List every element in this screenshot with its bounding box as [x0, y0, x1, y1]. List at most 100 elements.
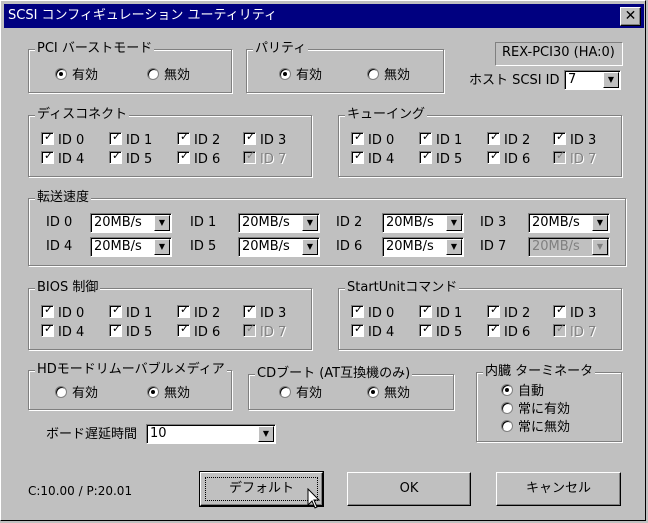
- disconnect-checkbox-id7: ✓ ID 7: [243, 149, 286, 168]
- bios-checkbox-id1[interactable]: ✓ ID 1: [109, 303, 152, 322]
- terminator-auto-radio[interactable]: 自動: [501, 384, 544, 400]
- chevron-down-icon[interactable]: ▼: [154, 239, 170, 255]
- startunit-checkbox-id4[interactable]: ✓ ID 4: [351, 322, 394, 341]
- chevron-down-icon[interactable]: ▼: [302, 215, 318, 231]
- focus-rect: [205, 477, 318, 501]
- disconnect-checkbox-id1[interactable]: ✓ ID 1: [109, 130, 152, 149]
- checkmark-icon: ✓: [109, 130, 122, 145]
- bios-checkbox-id6[interactable]: ✓ ID 6: [177, 322, 220, 341]
- pci-burst-disable-radio[interactable]: 無効: [147, 68, 190, 84]
- transfer-speed-select-id3[interactable]: 20MB/s ▼: [528, 213, 610, 233]
- disconnect-checkbox-id5[interactable]: ✓ ID 5: [109, 149, 152, 168]
- transfer-speed-select-id6[interactable]: 20MB/s ▼: [382, 237, 464, 257]
- pci-burst-enable-radio[interactable]: 有効: [55, 68, 98, 84]
- startunit-group: StartUnitコマンド ✓ ID 0 ✓ ID 1 ✓ ID 2 ✓ ID 3 ✓ ID 4 ✓…: [338, 280, 622, 350]
- transfer-label-id1: ID 1: [190, 215, 217, 230]
- transfer-speed-select-id2[interactable]: 20MB/s ▼: [382, 213, 464, 233]
- checkmark-icon: ✓: [419, 322, 432, 337]
- transfer-label-id3: ID 3: [480, 215, 507, 230]
- transfer-speed-select-id1[interactable]: 20MB/s ▼: [238, 213, 320, 233]
- hd-removable-group: HDモードリムーバブルメディア 有効 無効: [28, 362, 232, 410]
- queuing-checkbox-id1[interactable]: ✓ ID 1: [419, 130, 462, 149]
- disconnect-checkbox-id4[interactable]: ✓ ID 4: [41, 149, 84, 168]
- cancel-button[interactable]: キャンセル: [496, 472, 621, 506]
- chevron-down-icon[interactable]: ▼: [446, 215, 462, 231]
- transfer-speed-select-id4[interactable]: 20MB/s ▼: [90, 237, 172, 257]
- startunit-checkbox-id6[interactable]: ✓ ID 6: [487, 322, 530, 341]
- disconnect-checkbox-id3[interactable]: ✓ ID 3: [243, 130, 286, 149]
- startunit-checkbox-id3[interactable]: ✓ ID 3: [553, 303, 596, 322]
- bios-checkbox-id5[interactable]: ✓ ID 5: [109, 322, 152, 341]
- radio-dot: [501, 402, 513, 414]
- pci-burst-legend: PCI バーストモード: [35, 41, 155, 57]
- disconnect-checkbox-id2[interactable]: ✓ ID 2: [177, 130, 220, 149]
- checkmark-icon: ✓: [243, 149, 256, 164]
- queuing-checkbox-id0[interactable]: ✓ ID 0: [351, 130, 394, 149]
- parity-disable-radio[interactable]: 無効: [367, 68, 410, 84]
- queuing-checkbox-id2[interactable]: ✓ ID 2: [487, 130, 530, 149]
- hd-removable-enable-radio[interactable]: 有効: [55, 386, 98, 402]
- cd-boot-disable-radio[interactable]: 無効: [367, 386, 410, 402]
- host-scsi-id-select[interactable]: 7 ▼: [564, 70, 621, 90]
- hd-removable-disable-radio[interactable]: 無効: [147, 386, 190, 402]
- transfer-label-id0: ID 0: [46, 215, 73, 230]
- cd-boot-group: CDブート (AT互換機のみ) 有効 無効: [248, 366, 454, 410]
- startunit-checkbox-id5[interactable]: ✓ ID 5: [419, 322, 462, 341]
- radio-dot: [279, 386, 291, 398]
- queuing-checkbox-id6[interactable]: ✓ ID 6: [487, 149, 530, 168]
- bios-legend: BIOS 制御: [35, 280, 101, 296]
- checkmark-icon: ✓: [243, 303, 256, 318]
- transfer-speed-select-id7: 20MB/s ▼: [528, 237, 610, 257]
- checkmark-icon: ✓: [109, 149, 122, 164]
- radio-dot: [367, 386, 379, 398]
- startunit-checkbox-id2[interactable]: ✓ ID 2: [487, 303, 530, 322]
- chevron-down-icon: ▼: [592, 239, 608, 255]
- chevron-down-icon[interactable]: ▼: [154, 215, 170, 231]
- bios-checkbox-id2[interactable]: ✓ ID 2: [177, 303, 220, 322]
- queuing-checkbox-id3[interactable]: ✓ ID 3: [553, 130, 596, 149]
- cd-boot-enable-radio[interactable]: 有効: [279, 386, 322, 402]
- queuing-legend: キューイング: [345, 107, 428, 123]
- disconnect-group: ディスコネクト ✓ ID 0 ✓ ID 1 ✓ ID 2 ✓ ID 3 ✓ ID 4 ✓ ID 5 ✓ I…: [28, 107, 312, 177]
- chevron-down-icon[interactable]: ▼: [302, 239, 318, 255]
- checkmark-icon: ✓: [177, 322, 190, 337]
- disconnect-checkbox-id0[interactable]: ✓ ID 0: [41, 130, 84, 149]
- transfer-label-id4: ID 4: [46, 239, 73, 254]
- checkmark-icon: ✓: [351, 322, 364, 337]
- queuing-checkbox-id4[interactable]: ✓ ID 4: [351, 149, 394, 168]
- bios-checkbox-id4[interactable]: ✓ ID 4: [41, 322, 84, 341]
- chevron-down-icon[interactable]: ▼: [603, 72, 619, 88]
- window-title: SCSI コンフィギュレーション ユーティリティ: [8, 8, 277, 23]
- parity-enable-radio[interactable]: 有効: [279, 68, 322, 84]
- checkmark-icon: ✓: [41, 303, 54, 318]
- checkmark-icon: ✓: [419, 130, 432, 145]
- default-button[interactable]: デフォルト: [199, 471, 324, 507]
- terminator-always-off-radio[interactable]: 常に無効: [501, 420, 570, 436]
- startunit-checkbox-id0[interactable]: ✓ ID 0: [351, 303, 394, 322]
- chevron-down-icon[interactable]: ▼: [258, 426, 274, 442]
- checkmark-icon: ✓: [41, 149, 54, 164]
- ok-button[interactable]: OK: [347, 472, 471, 506]
- terminator-always-on-radio[interactable]: 常に有効: [501, 402, 570, 418]
- transfer-label-id2: ID 2: [336, 215, 363, 230]
- checkmark-icon: ✓: [351, 130, 364, 145]
- close-button[interactable]: ✕: [620, 7, 641, 26]
- radio-dot: [147, 68, 159, 80]
- board-delay-select[interactable]: 10 ▼: [146, 424, 276, 444]
- parity-group: パリティ 有効 無効: [246, 41, 444, 93]
- queuing-checkbox-id5[interactable]: ✓ ID 5: [419, 149, 462, 168]
- terminator-group: 内臓 ターミネータ 自動 常に有効 常に無効: [476, 364, 622, 442]
- startunit-checkbox-id1[interactable]: ✓ ID 1: [419, 303, 462, 322]
- adapter-name: REX-PCI30 (HA:0): [502, 45, 615, 60]
- transfer-speed-select-id0[interactable]: 20MB/s ▼: [90, 213, 172, 233]
- bios-checkbox-id0[interactable]: ✓ ID 0: [41, 303, 84, 322]
- transfer-speed-select-id5[interactable]: 20MB/s ▼: [238, 237, 320, 257]
- checkmark-icon: ✓: [553, 303, 566, 318]
- chevron-down-icon[interactable]: ▼: [592, 215, 608, 231]
- chevron-down-icon[interactable]: ▼: [446, 239, 462, 255]
- radio-dot: [147, 386, 159, 398]
- disconnect-checkbox-id6[interactable]: ✓ ID 6: [177, 149, 220, 168]
- disconnect-legend: ディスコネクト: [35, 107, 130, 123]
- checkmark-icon: ✓: [41, 130, 54, 145]
- bios-checkbox-id3[interactable]: ✓ ID 3: [243, 303, 286, 322]
